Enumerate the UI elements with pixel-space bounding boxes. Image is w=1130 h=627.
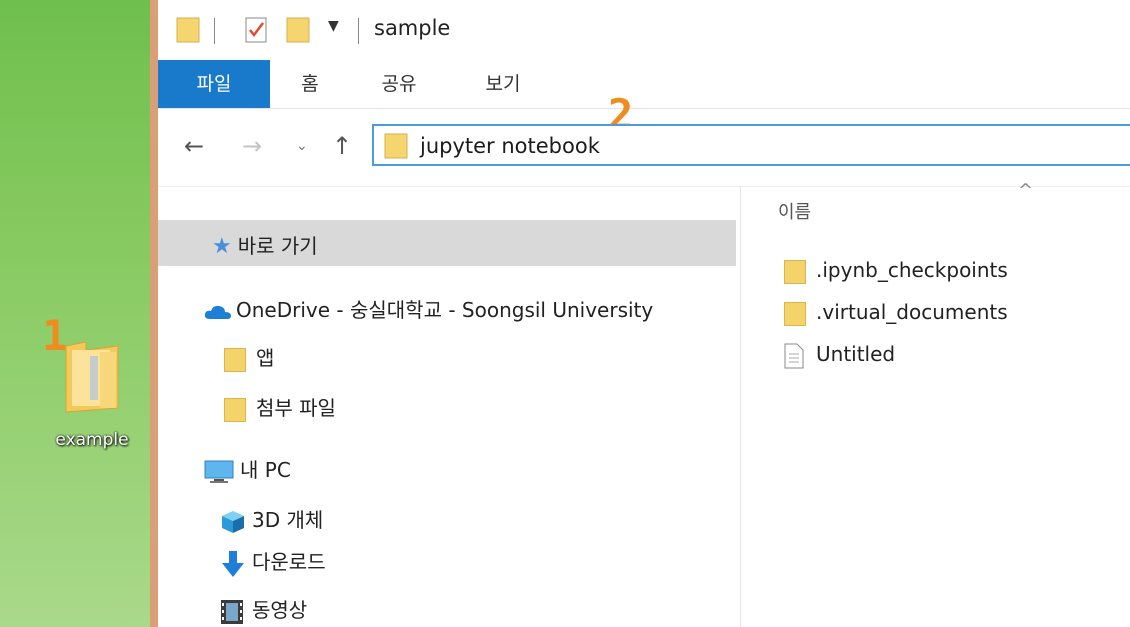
folder-icon bbox=[224, 397, 246, 422]
document-icon bbox=[784, 343, 804, 368]
film-icon bbox=[221, 599, 243, 624]
folder-icon[interactable] bbox=[176, 16, 200, 44]
address-path: jupyter notebook bbox=[420, 134, 600, 158]
folder-icon bbox=[65, 341, 119, 413]
tab-view[interactable]: 보기 bbox=[468, 60, 538, 108]
nav-label: 바로 가기 bbox=[237, 234, 318, 258]
new-folder-icon[interactable] bbox=[286, 16, 310, 44]
back-arrow-icon[interactable]: ← bbox=[184, 132, 204, 160]
nav-item-3d-objects[interactable]: 3D 개체 bbox=[220, 504, 323, 535]
tab-share[interactable]: 공유 bbox=[364, 60, 434, 108]
file-name: .ipynb_checkpoints bbox=[816, 258, 1008, 282]
file-name: .virtual_documents bbox=[816, 300, 1008, 324]
toolbar-separator bbox=[358, 18, 359, 44]
nav-item-downloads[interactable]: 다운로드 bbox=[220, 546, 326, 579]
cloud-icon bbox=[204, 305, 231, 319]
window-title: sample bbox=[374, 16, 451, 40]
nav-label: 동영상 bbox=[252, 598, 308, 622]
recent-locations-chevron-icon[interactable]: ⌄ bbox=[296, 138, 308, 154]
folder-icon bbox=[384, 133, 408, 159]
properties-icon[interactable] bbox=[244, 16, 268, 44]
nav-item-app[interactable]: 앱 bbox=[224, 342, 274, 372]
computer-icon bbox=[204, 460, 234, 483]
forward-arrow-icon[interactable]: → bbox=[242, 132, 262, 160]
nav-label: 첨부 파일 bbox=[256, 396, 336, 420]
folder-icon bbox=[784, 259, 806, 284]
column-header-name[interactable]: 이름 bbox=[778, 198, 811, 224]
download-arrow-icon bbox=[222, 550, 244, 577]
tab-file[interactable]: 파일 bbox=[158, 60, 270, 108]
desktop-window-edge bbox=[150, 0, 158, 627]
file-item-virtual-documents[interactable]: .virtual_documents bbox=[784, 300, 1008, 326]
tab-home[interactable]: 홈 bbox=[282, 60, 338, 108]
up-arrow-icon[interactable]: ↑ bbox=[332, 132, 352, 160]
desktop-folder-label: example bbox=[55, 430, 129, 450]
nav-item-onedrive[interactable]: OneDrive - 숭실대학교 - Soongsil University bbox=[204, 294, 653, 323]
nav-label: 다운로드 bbox=[252, 550, 326, 574]
file-name: Untitled bbox=[816, 342, 896, 366]
file-explorer-window: ▼ sample 파일 홈 공유 보기 ← → ⌄ ↑ 2 jupyter no… bbox=[158, 0, 1130, 627]
nav-label: OneDrive - 숭실대학교 - Soongsil University bbox=[236, 298, 654, 322]
pane-divider[interactable] bbox=[740, 186, 741, 627]
file-item-untitled[interactable]: Untitled bbox=[784, 342, 895, 369]
title-bar: ▼ sample bbox=[158, 0, 1130, 60]
customize-toolbar-chevron-icon[interactable]: ▼ bbox=[328, 18, 339, 34]
cube-icon bbox=[222, 510, 244, 533]
file-item-ipynb-checkpoints[interactable]: .ipynb_checkpoints bbox=[784, 258, 1008, 284]
nav-item-this-pc[interactable]: 내 PC bbox=[204, 454, 291, 484]
desktop-folder-example[interactable] bbox=[62, 336, 122, 416]
nav-item-quick-access-row[interactable]: ★ 바로 가기 bbox=[212, 230, 318, 259]
nav-item-videos[interactable]: 동영상 bbox=[220, 594, 307, 625]
address-bar[interactable]: jupyter notebook bbox=[372, 124, 1130, 166]
desktop-background bbox=[0, 0, 158, 627]
star-icon: ★ bbox=[212, 234, 232, 259]
toolbar-separator bbox=[214, 18, 215, 44]
nav-label: 앱 bbox=[256, 346, 275, 370]
folder-icon bbox=[224, 347, 246, 372]
folder-icon bbox=[784, 301, 806, 326]
sort-ascending-caret-icon: ^ bbox=[1018, 180, 1034, 201]
nav-label: 3D 개체 bbox=[252, 508, 324, 532]
nav-label: 내 PC bbox=[240, 458, 291, 482]
ribbon-tabs: 파일 홈 공유 보기 bbox=[158, 60, 1130, 109]
nav-item-attachments[interactable]: 첨부 파일 bbox=[224, 392, 336, 422]
